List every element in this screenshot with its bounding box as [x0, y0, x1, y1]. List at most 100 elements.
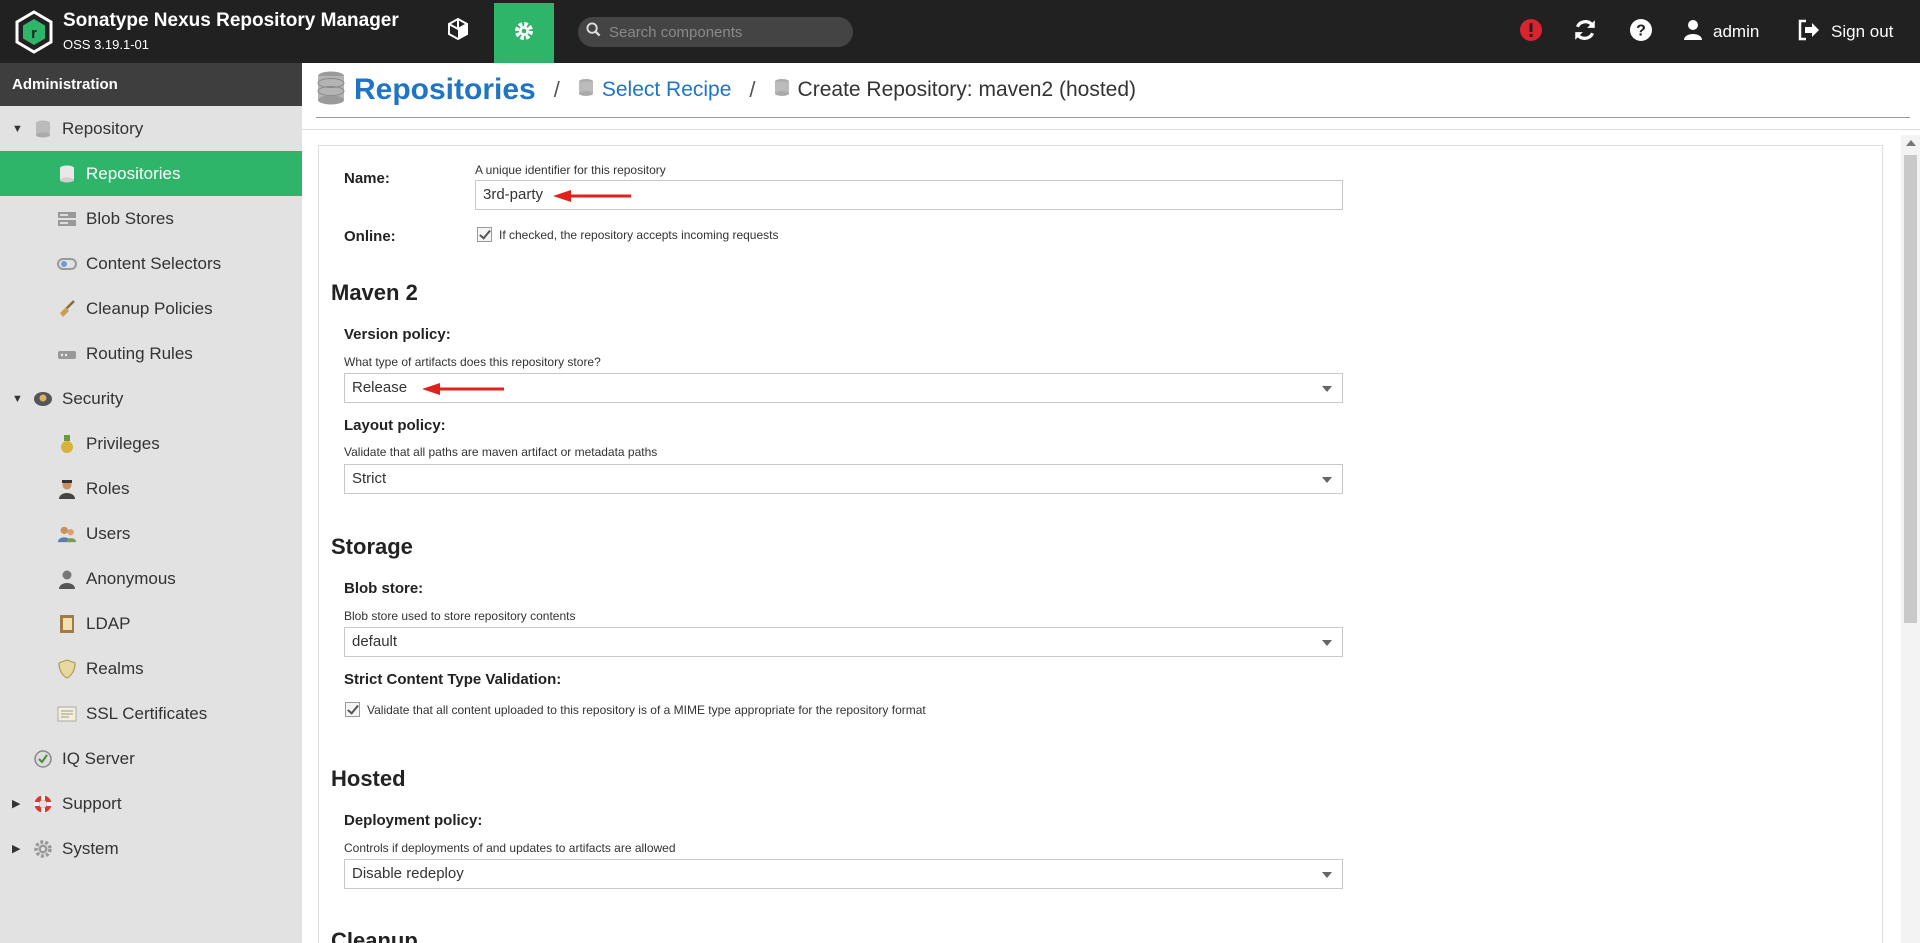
address-book-icon — [57, 614, 77, 634]
admin-sidebar: Administration ▼ Repository Repositories… — [0, 63, 302, 943]
sidebar-item-label: Cleanup Policies — [86, 298, 213, 318]
alert-icon — [1519, 18, 1543, 47]
sidebar-item-cleanup-policies[interactable]: Cleanup Policies — [0, 286, 302, 331]
browse-button[interactable] — [428, 0, 488, 63]
sidebar-item-users[interactable]: Users — [0, 511, 302, 556]
refresh-icon — [1572, 17, 1598, 48]
router-icon — [57, 344, 77, 364]
deployment-policy-value: Disable redeploy — [352, 865, 464, 882]
user-icon — [1683, 19, 1703, 46]
sidebar-item-security[interactable]: ▼ Security — [0, 376, 302, 421]
sidebar-item-realms[interactable]: Realms — [0, 646, 302, 691]
search-input[interactable] — [609, 23, 839, 41]
online-help: If checked, the repository accepts incom… — [499, 228, 779, 242]
breadcrumb: Repositories / Select Recipe / Create Re… — [316, 63, 1910, 118]
breadcrumb-separator: / — [749, 77, 756, 102]
sidebar-item-repositories[interactable]: Repositories — [0, 151, 302, 196]
app-version: OSS 3.19.1-01 — [63, 37, 149, 52]
sidebar-item-label: Privileges — [86, 433, 160, 453]
blob-store-select[interactable]: default — [344, 627, 1343, 657]
sidebar-item-routing-rules[interactable]: Routing Rules — [0, 331, 302, 376]
sidebar-item-label: Roles — [86, 478, 130, 498]
refresh-button[interactable] — [1569, 16, 1601, 48]
role-user-icon — [57, 479, 77, 499]
cube-icon — [446, 17, 470, 46]
user-menu[interactable]: admin — [1683, 16, 1759, 48]
online-checkbox[interactable] — [477, 227, 492, 242]
sign-out-label: Sign out — [1831, 22, 1894, 41]
system-gear-icon — [33, 839, 53, 859]
sidebar-item-ldap[interactable]: LDAP — [0, 601, 302, 646]
help-icon: ? — [1629, 18, 1653, 47]
sidebar-item-label: IQ Server — [62, 748, 135, 768]
page-title[interactable]: Repositories — [354, 73, 536, 107]
storage-section-heading: Storage — [331, 534, 413, 559]
sidebar-heading: Administration — [0, 63, 302, 106]
expand-right-icon[interactable]: ▶ — [12, 797, 20, 810]
administration-button[interactable] — [494, 3, 554, 63]
deployment-policy-select[interactable]: Disable redeploy — [344, 859, 1343, 889]
sidebar-item-blob-stores[interactable]: Blob Stores — [0, 196, 302, 241]
blob-store-help: Blob store used to store repository cont… — [344, 609, 576, 623]
chevron-down-icon[interactable] — [1322, 872, 1332, 878]
deployment-policy-label: Deployment policy: — [344, 812, 483, 829]
sidebar-item-content-selectors[interactable]: Content Selectors — [0, 241, 302, 286]
divider — [302, 129, 1920, 130]
search-box[interactable] — [578, 17, 853, 47]
vertical-scrollbar[interactable] — [1901, 135, 1920, 943]
gear-icon — [512, 19, 536, 48]
alert-button[interactable] — [1515, 16, 1547, 48]
annotation-arrow-icon — [553, 190, 631, 202]
name-label: Name: — [344, 170, 390, 187]
deployment-policy-help: Controls if deployments of and updates t… — [344, 841, 676, 855]
sidebar-item-anonymous[interactable]: Anonymous — [0, 556, 302, 601]
blob-store-value: default — [352, 633, 398, 650]
certificate-icon — [57, 704, 77, 724]
blob-store-label: Blob store: — [344, 580, 424, 597]
sidebar-item-label: Blob Stores — [86, 208, 174, 228]
sidebar-item-ssl-certificates[interactable]: SSL Certificates — [0, 691, 302, 736]
expand-down-icon[interactable]: ▼ — [12, 123, 23, 135]
scrollbar-thumb[interactable] — [1904, 155, 1917, 623]
sidebar-item-privileges[interactable]: Privileges — [0, 421, 302, 466]
name-help: A unique identifier for this repository — [475, 163, 666, 177]
sidebar-item-support[interactable]: ▶ Support — [0, 781, 302, 826]
sign-out-button[interactable]: Sign out — [1797, 16, 1893, 48]
breadcrumb-separator: / — [553, 77, 560, 102]
scroll-up-icon[interactable] — [1906, 140, 1916, 146]
sidebar-item-roles[interactable]: Roles — [0, 466, 302, 511]
strict-validation-help: Validate that all content uploaded to th… — [367, 703, 926, 717]
strict-validation-checkbox[interactable] — [345, 702, 360, 717]
recipe-database-icon — [578, 78, 594, 102]
sidebar-item-system[interactable]: ▶ System — [0, 826, 302, 871]
create-database-icon — [774, 78, 790, 102]
layout-policy-label: Layout policy: — [344, 417, 446, 434]
sign-out-icon — [1797, 19, 1821, 46]
sidebar-item-label: LDAP — [86, 613, 131, 633]
app-title: Sonatype Nexus Repository Manager — [63, 10, 399, 31]
strict-validation-label: Strict Content Type Validation: — [344, 671, 562, 688]
sidebar-item-label: Content Selectors — [86, 253, 222, 273]
breadcrumb-select-recipe[interactable]: Select Recipe — [602, 78, 732, 102]
layout-policy-value: Strict — [352, 470, 387, 487]
nexus-logo-icon[interactable]: r — [14, 10, 54, 54]
expand-right-icon[interactable]: ▶ — [12, 842, 20, 855]
version-policy-help: What type of artifacts does this reposit… — [344, 355, 601, 369]
sidebar-item-repository[interactable]: ▼ Repository — [0, 106, 302, 151]
sidebar-item-iq-server[interactable]: IQ Server — [0, 736, 302, 781]
chevron-down-icon[interactable] — [1322, 640, 1332, 646]
chevron-down-icon[interactable] — [1322, 386, 1332, 392]
chevron-down-icon[interactable] — [1322, 477, 1332, 483]
server-icon — [57, 209, 77, 229]
sidebar-item-label: Users — [86, 523, 131, 543]
hosted-section-heading: Hosted — [331, 766, 406, 791]
search-icon — [586, 22, 601, 42]
iq-server-icon — [33, 749, 53, 769]
layout-policy-select[interactable]: Strict — [344, 464, 1343, 494]
repositories-database-icon — [316, 71, 346, 110]
lifebuoy-icon — [33, 794, 53, 814]
expand-down-icon[interactable]: ▼ — [12, 393, 23, 405]
help-button[interactable]: ? — [1625, 16, 1657, 48]
content-selector-icon — [57, 254, 77, 274]
users-icon — [57, 524, 77, 544]
